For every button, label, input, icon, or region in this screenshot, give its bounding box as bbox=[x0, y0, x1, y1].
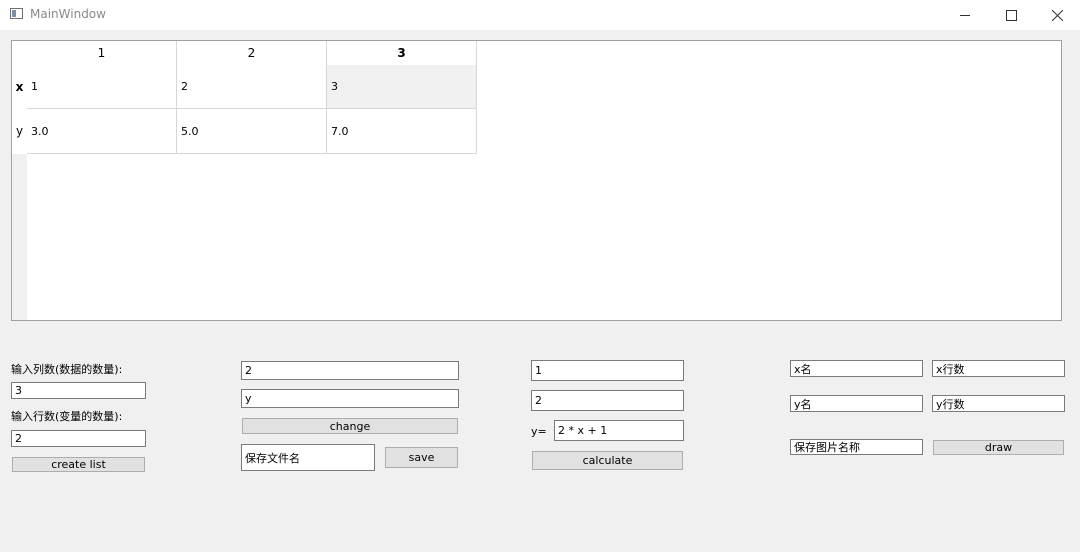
row-header[interactable]: y bbox=[12, 109, 27, 154]
row-count-label: 输入行数(变量的数量): bbox=[11, 410, 123, 423]
create-list-button[interactable]: create list bbox=[12, 457, 145, 472]
x-row-input[interactable]: x行数 bbox=[932, 360, 1065, 377]
edit-row-input[interactable]: 2 bbox=[241, 361, 459, 380]
y-row-input[interactable]: y行数 bbox=[932, 395, 1065, 412]
table-cell[interactable]: 7.0 bbox=[327, 109, 477, 154]
change-button[interactable]: change bbox=[242, 418, 458, 434]
image-name-input[interactable]: 保存图片名称 bbox=[790, 439, 923, 455]
column-header[interactable]: 3 bbox=[327, 41, 477, 65]
table-cell[interactable]: 1 bbox=[27, 65, 177, 109]
y-name-input[interactable]: y名 bbox=[790, 395, 923, 412]
formula-label: y= bbox=[531, 425, 547, 438]
table-cell[interactable]: 3.0 bbox=[27, 109, 177, 154]
table-cell[interactable]: 2 bbox=[177, 65, 327, 109]
column-header[interactable]: 2 bbox=[177, 41, 327, 65]
app-icon bbox=[10, 8, 23, 19]
edit-name-input[interactable]: y bbox=[241, 389, 459, 408]
draw-button[interactable]: draw bbox=[933, 440, 1064, 455]
column-header[interactable]: 1 bbox=[27, 41, 177, 65]
filename-input[interactable]: 保存文件名 bbox=[241, 444, 375, 471]
window-title: MainWindow bbox=[30, 7, 106, 21]
calc-input-1[interactable]: 1 bbox=[531, 360, 684, 381]
minimize-button[interactable] bbox=[942, 0, 988, 30]
close-button[interactable] bbox=[1034, 0, 1080, 30]
x-name-input[interactable]: x名 bbox=[790, 360, 923, 377]
data-table[interactable]: 1 2 3 x y 1 2 3 3.0 5.0 7.0 bbox=[11, 40, 1062, 321]
calc-input-2[interactable]: 2 bbox=[531, 390, 684, 411]
title-bar: MainWindow bbox=[0, 0, 1080, 30]
save-button[interactable]: save bbox=[385, 447, 458, 468]
minimize-icon bbox=[960, 15, 970, 16]
table-corner bbox=[12, 41, 27, 65]
table-cell[interactable]: 5.0 bbox=[177, 109, 327, 154]
column-count-input[interactable]: 3 bbox=[11, 382, 146, 399]
maximize-button[interactable] bbox=[988, 0, 1034, 30]
row-count-input[interactable]: 2 bbox=[11, 430, 146, 447]
formula-input[interactable]: 2 * x + 1 bbox=[554, 420, 684, 441]
column-count-label: 输入列数(数据的数量): bbox=[11, 363, 123, 376]
main-window: MainWindow 1 2 3 x y 1 2 3 3.0 5.0 7.0 输… bbox=[0, 0, 1080, 552]
row-header[interactable]: x bbox=[12, 65, 27, 109]
calculate-button[interactable]: calculate bbox=[532, 451, 683, 470]
close-icon bbox=[1051, 9, 1063, 21]
maximize-icon bbox=[1005, 9, 1017, 21]
table-cell[interactable]: 3 bbox=[327, 65, 477, 109]
